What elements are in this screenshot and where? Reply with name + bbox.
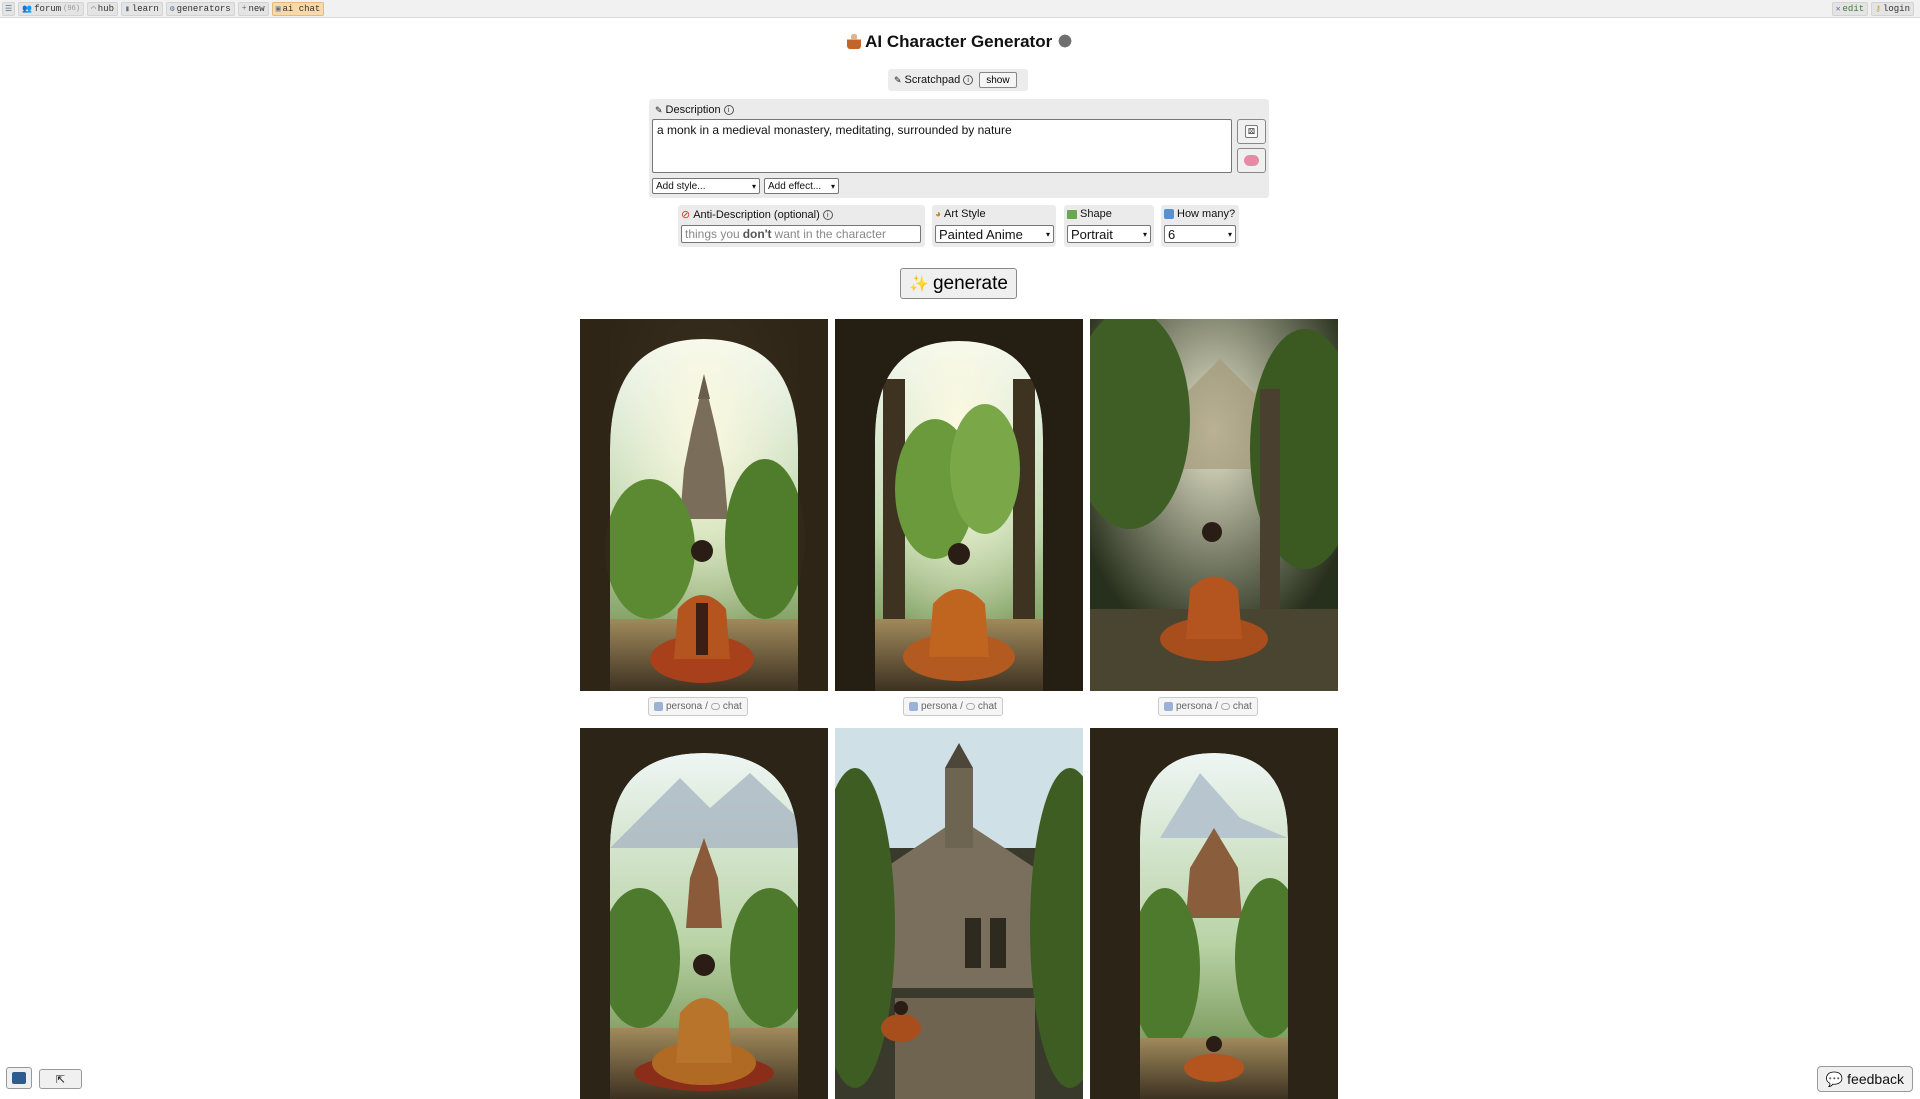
chat-bubble-icon <box>710 703 720 710</box>
random-dice-button[interactable]: ⚄ <box>1237 119 1266 144</box>
art-style-select[interactable]: Painted Anime ▾ <box>935 225 1054 243</box>
gear-icon: ⚙ <box>169 4 175 14</box>
result-image[interactable] <box>1090 319 1338 691</box>
sparkles-icon: ✨ <box>909 275 929 293</box>
plus-icon: + <box>241 4 247 13</box>
art-style-label-row: ◕ Art Style <box>935 208 986 220</box>
people-icon: 👥 <box>22 4 33 14</box>
result-image[interactable] <box>1090 728 1338 1099</box>
pencil-icon: ✎ <box>655 104 663 115</box>
rainbow-icon: ◠ <box>90 4 96 14</box>
description-panel: ✎ Description i a monk in a medieval mon… <box>649 99 1269 198</box>
persona-chat-button[interactable]: persona / chat <box>1158 697 1258 716</box>
app-icon-button[interactable] <box>6 1067 32 1089</box>
description-label: Description <box>665 104 721 116</box>
result-image[interactable] <box>835 319 1083 691</box>
info-icon[interactable]: i <box>963 75 974 85</box>
nav-ai-chat[interactable]: ▣ ai chat <box>271 1 325 16</box>
page-title: AI Character Generator <box>0 32 1920 52</box>
speech-bubble-icon: 💬 <box>1825 1070 1844 1087</box>
anti-description-label: Anti-Description (optional) <box>693 208 820 221</box>
prohibited-icon: ⊘ <box>681 209 691 221</box>
chevron-down-icon: ▾ <box>1045 229 1050 239</box>
key-icon: ⚷ <box>1875 5 1881 14</box>
menu-icon: ☰ <box>5 4 13 14</box>
nav-right: ✕ edit ⚷ login <box>1831 2 1917 16</box>
numbers-icon <box>1164 209 1174 219</box>
persona-icon <box>909 702 918 711</box>
anti-description-label-row: ⊘ Anti-Description (optional) i <box>681 208 833 221</box>
shape-label: Shape <box>1080 208 1112 220</box>
scratchpad-bar: ✎ Scratchpad i show <box>888 69 1028 91</box>
result-image[interactable] <box>835 728 1083 1099</box>
how-many-select[interactable]: 6 ▾ <box>1164 225 1236 243</box>
persona-chat-button[interactable]: persona / chat <box>903 697 1003 716</box>
art-style-label: Art Style <box>944 208 986 220</box>
collapse-button[interactable]: ⇱ <box>39 1069 82 1089</box>
app-icon <box>12 1072 26 1084</box>
description-label-row: ✎ Description i <box>655 104 734 116</box>
result-image[interactable] <box>580 319 828 691</box>
shape-select[interactable]: Portrait ▾ <box>1067 225 1151 243</box>
add-style-select[interactable]: Add style... ▾ <box>652 178 760 194</box>
anti-description-box: ⊘ Anti-Description (optional) i things y… <box>678 205 925 247</box>
nav-learn[interactable]: ▮ learn <box>121 1 163 16</box>
chevron-down-icon: ▾ <box>1142 229 1147 239</box>
anti-description-input[interactable]: things you don't want in the character <box>681 225 921 243</box>
persona-icon <box>654 702 663 711</box>
how-many-label: How many? <box>1177 208 1236 220</box>
top-navbar: ☰ 👥 forum (96) ◠ hub ▮ learn ⚙ generators + ne… <box>0 0 1920 18</box>
shape-label-row: Shape <box>1067 208 1112 220</box>
result-image[interactable] <box>580 728 828 1099</box>
arrow-up-left-icon: ⇱ <box>55 1073 66 1086</box>
info-icon[interactable]: i <box>822 209 833 220</box>
chevron-down-icon: ▾ <box>751 181 756 191</box>
generate-button[interactable]: ✨ generate <box>900 268 1017 299</box>
nav-generators[interactable]: ⚙ generators <box>165 1 235 16</box>
dice-icon: ⚄ <box>1245 125 1258 138</box>
nav-hub[interactable]: ◠ hub <box>86 1 118 16</box>
chevron-down-icon: ▾ <box>1227 229 1232 239</box>
art-style-box: ◕ Art Style Painted Anime ▾ <box>932 205 1056 247</box>
how-many-box: How many? 6 ▾ <box>1161 205 1239 247</box>
nav-new[interactable]: + new <box>237 1 269 16</box>
brain-icon <box>1244 155 1259 166</box>
chat-bubble-icon <box>1220 703 1230 710</box>
info-icon[interactable]: i <box>723 105 734 115</box>
book-icon: ▮ <box>125 4 130 14</box>
image-icon <box>1067 209 1077 219</box>
add-effect-select[interactable]: Add effect... ▾ <box>764 178 839 194</box>
palette-icon: ◕ <box>935 208 942 220</box>
persona-icon <box>1164 702 1173 711</box>
nav-login[interactable]: ⚷ login <box>1871 2 1914 16</box>
chat-bubble-icon <box>965 703 975 710</box>
monk-icon <box>847 33 862 49</box>
tools-icon: ✕ <box>1835 5 1841 14</box>
brain-button[interactable] <box>1237 148 1266 173</box>
nav-forum[interactable]: 👥 forum (96) <box>18 1 84 16</box>
menu-button[interactable]: ☰ <box>2 1 16 16</box>
chevron-down-icon: ▾ <box>830 181 835 191</box>
scratchpad-show-button[interactable]: show <box>979 72 1017 88</box>
scratchpad-label: Scratchpad <box>904 74 961 86</box>
persona-chat-button[interactable]: persona / chat <box>648 697 748 716</box>
elephant-icon <box>1056 33 1073 49</box>
feedback-button[interactable]: 💬 feedback <box>1816 1066 1913 1092</box>
description-textarea[interactable]: a monk in a medieval monastery, meditati… <box>652 119 1232 173</box>
shape-box: Shape Portrait ▾ <box>1064 205 1154 247</box>
nav-edit[interactable]: ✕ edit <box>1831 2 1869 16</box>
chat-icon: ▣ <box>275 4 281 14</box>
pencil-icon: ✎ <box>894 74 902 85</box>
how-many-label-row: How many? <box>1164 208 1235 220</box>
